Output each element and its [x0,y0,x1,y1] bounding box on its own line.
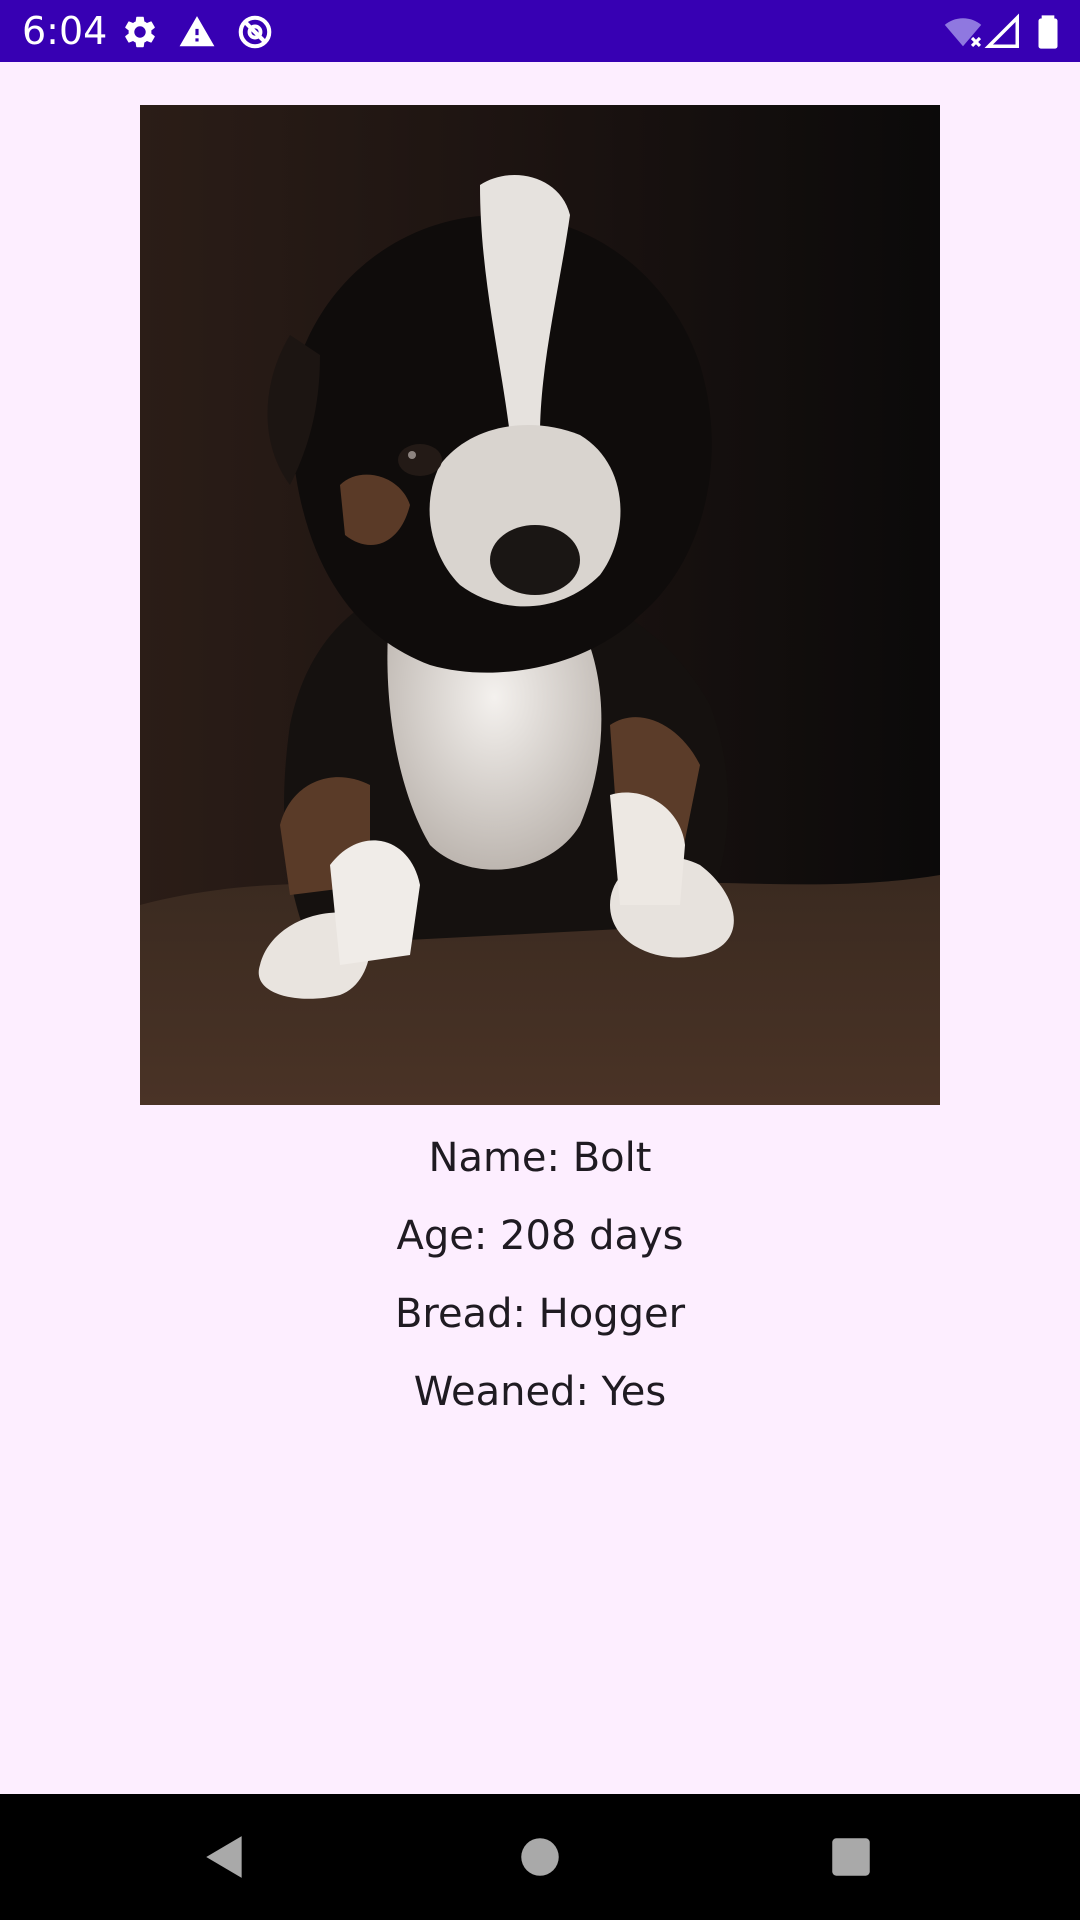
battery-icon [1029,13,1067,51]
puppy-photo [140,105,940,1105]
settings-icon [121,13,159,51]
warning-icon [178,13,216,51]
back-icon[interactable] [200,1832,250,1882]
sync-off-icon [236,13,274,51]
navigation-bar [0,1794,1080,1920]
pet-breed: Bread: Hogger [394,1291,686,1337]
signal-icon [984,13,1022,51]
wifi-off-icon [944,13,982,51]
pet-detail-screen: Name: Bolt Age: 208 days Bread: Hogger W… [0,62,1080,1794]
pet-name: Name: Bolt [428,1135,652,1181]
pet-age: Age: 208 days [396,1213,684,1259]
status-bar: 6:04 [0,0,1080,62]
status-time: 6:04 [22,9,108,53]
pet-weaned: Weaned: Yes [413,1369,667,1415]
recents-icon[interactable] [826,1832,876,1882]
home-icon[interactable] [515,1832,565,1882]
